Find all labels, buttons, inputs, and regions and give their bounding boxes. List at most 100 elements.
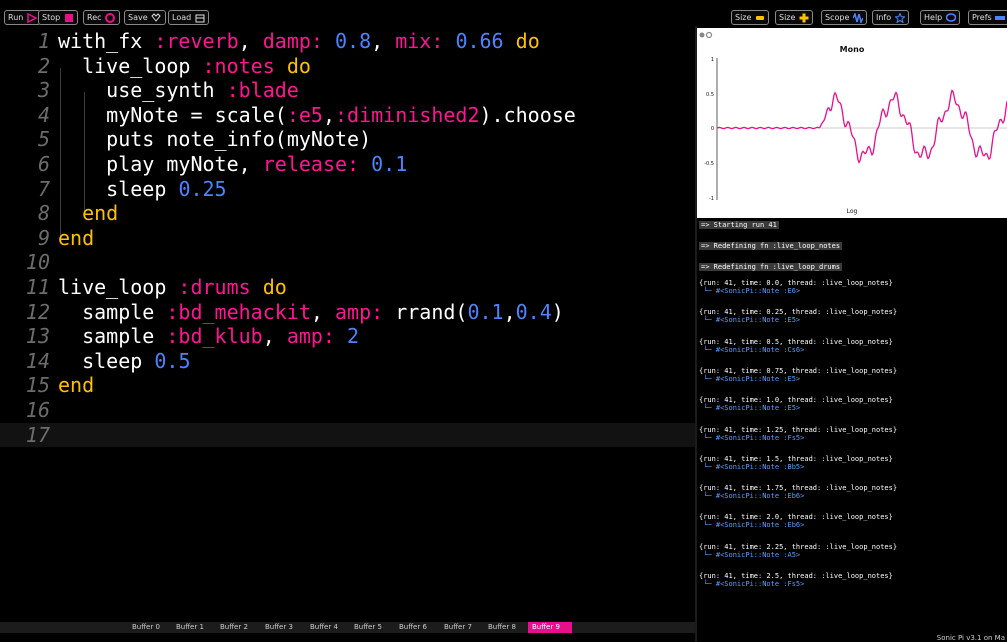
code-line[interactable]: 5 puts note_info(myNote): [0, 127, 695, 152]
help-label: Help: [924, 13, 943, 22]
log-note-entry: └─ #<SonicPi::Note :E5>: [699, 404, 801, 413]
prefs-icon: [994, 13, 1005, 23]
tab-buffer-8[interactable]: Buffer 8: [484, 622, 520, 633]
log-note-entry: └─ #<SonicPi::Note :Eb6>: [699, 521, 805, 530]
minus-icon: [754, 13, 765, 23]
line-code: use_synth :blade: [106, 78, 299, 103]
log-run-entry: {run: 41, time: 1.25, thread: :live_loop…: [699, 425, 898, 434]
tab-buffer-2[interactable]: Buffer 2: [216, 622, 252, 633]
line-code: myNote = scale(:e5,:diminished2).choose: [106, 102, 576, 127]
save-button[interactable]: Save: [124, 10, 166, 25]
log-note-entry: └─ #<SonicPi::Note :E5>: [699, 316, 801, 325]
scope-waveform: [716, 89, 1007, 164]
code-line[interactable]: 11 live_loop :drums do: [0, 275, 695, 300]
log-header: => Starting run 41: [699, 221, 779, 229]
code-line[interactable]: 9 end: [0, 226, 695, 251]
stop-icon: [63, 13, 74, 23]
line-number: 12: [25, 299, 50, 324]
code-line[interactable]: 13 sample :bd_klub, amp: 2: [0, 324, 695, 349]
scope-icon: [852, 12, 863, 23]
tab-buffer-3[interactable]: Buffer 3: [261, 622, 297, 633]
tab-buffer-7[interactable]: Buffer 7: [440, 622, 476, 633]
log-panel[interactable]: => Starting run 41 => Redefining fn :live…: [697, 218, 1007, 633]
code-line[interactable]: 6 play myNote, release: 0.1: [0, 152, 695, 177]
line-code: play myNote, release: 0.1: [106, 152, 408, 176]
scope-label: Scope: [825, 13, 850, 22]
scope-ytick: -0.5: [704, 161, 714, 167]
code-line[interactable]: 10: [0, 250, 695, 275]
code-line[interactable]: 15 end: [0, 373, 695, 398]
code-line[interactable]: 1 with_fx :reverb, damp: 0.8, mix: 0.66 d…: [0, 29, 695, 54]
load-icon: [194, 13, 205, 23]
status-bar: Sonic Pi v3.1 on Ma: [0, 633, 1007, 642]
info-button[interactable]: Info: [872, 10, 910, 25]
scope-settings-icon[interactable]: [705, 31, 713, 39]
line-number: 3: [37, 78, 50, 103]
size-up-label: Size: [779, 13, 796, 22]
log-run-entry: {run: 41, time: 2.25, thread: :live_loop…: [699, 542, 898, 551]
code-line[interactable]: 2 live_loop :notes do: [0, 54, 695, 79]
line-number: 7: [37, 176, 50, 201]
log-note-entry: └─ #<SonicPi::Note :Cs6>: [699, 345, 805, 354]
line-number: 16: [25, 398, 50, 422]
code-line[interactable]: 16: [0, 398, 695, 423]
tab-buffer-9[interactable]: Buffer 9: [528, 622, 572, 633]
log-run-entry: {run: 41, time: 1.5, thread: :live_loop_…: [699, 454, 893, 463]
line-code: live_loop :notes do: [82, 53, 311, 78]
line-number: 14: [25, 348, 50, 373]
code-line[interactable]: 12 sample :bd_mehackit, amp: rrand(0.1,0…: [0, 300, 695, 325]
line-number: 11: [25, 275, 50, 299]
log-header: => Redefining fn :live_loop_drums: [699, 263, 843, 271]
log-note-entry: └─ #<SonicPi::Note :A5>: [699, 550, 801, 559]
line-code: sample :bd_mehackit, amp: rrand(0.1,0.4): [82, 299, 564, 324]
scope-panel: Mono 1 0.5 0 -0.5 -1 Log: [697, 28, 1007, 218]
scope-close-icon[interactable]: [699, 32, 705, 38]
run-button[interactable]: Run: [4, 10, 42, 25]
size-decrease-button[interactable]: Size: [731, 10, 770, 25]
log-header: => Redefining fn :live_loop_notes: [699, 242, 843, 250]
play-icon: [26, 12, 37, 23]
size-down-label: Size: [735, 13, 752, 22]
code-line[interactable]: 17: [0, 422, 695, 448]
rec-button[interactable]: Rec: [83, 10, 120, 25]
code-line[interactable]: 3 use_synth :blade: [0, 78, 695, 103]
tab-buffer-5[interactable]: Buffer 5: [350, 622, 386, 633]
log-run-entry: {run: 41, time: 1.0, thread: :live_loop_…: [699, 396, 893, 405]
log-run-entry: {run: 41, time: 2.5, thread: :live_loop_…: [699, 572, 893, 580]
line-number: 1: [37, 29, 50, 53]
stop-button[interactable]: Stop: [38, 10, 79, 25]
line-code: with_fx :reverb, damp: 0.8, mix: 0.66 do: [58, 29, 540, 53]
tab-buffer-0[interactable]: Buffer 0: [128, 622, 164, 633]
line-number: 8: [37, 201, 50, 226]
code-line[interactable]: 8 end: [0, 201, 695, 226]
load-button[interactable]: Load: [168, 10, 210, 25]
scope-ytick: 0.5: [706, 92, 714, 98]
load-label: Load: [172, 13, 192, 22]
size-increase-button[interactable]: Size: [775, 10, 814, 25]
scope-ytick: 0: [711, 126, 714, 132]
line-code: end: [58, 373, 95, 398]
prefs-label: Prefs: [972, 13, 992, 22]
log-run-entry: {run: 41, time: 0.0, thread: :live_loop_…: [699, 279, 893, 287]
line-number: 2: [37, 53, 50, 78]
line-number: 13: [25, 324, 50, 349]
record-icon: [105, 12, 116, 23]
tab-buffer-6[interactable]: Buffer 6: [395, 622, 431, 633]
line-number: 10: [25, 250, 50, 275]
run-label: Run: [8, 13, 24, 22]
line-code: sample :bd_klub, amp: 2: [82, 324, 360, 349]
prefs-button[interactable]: Prefs: [968, 10, 1007, 25]
tab-buffer-4[interactable]: Buffer 4: [306, 622, 342, 633]
code-line[interactable]: 4 myNote = scale(:e5,:diminished2).choos…: [0, 103, 695, 128]
scope-plot: Mono 1 0.5 0 -0.5 -1 Log: [699, 31, 1007, 215]
scope-button[interactable]: Scope: [821, 10, 868, 25]
tab-buffer-1[interactable]: Buffer 1: [172, 622, 208, 633]
plus-icon: [798, 13, 809, 23]
code-editor[interactable]: 1 with_fx :reverb, damp: 0.8, mix: 0.66 d…: [0, 26, 695, 642]
line-number: 4: [37, 102, 50, 127]
line-code: end: [82, 201, 119, 226]
help-button[interactable]: Help: [920, 10, 961, 25]
code-line[interactable]: 7 sleep 0.25: [0, 177, 695, 202]
code-line[interactable]: 14 sleep 0.5: [0, 349, 695, 374]
log-note-entry: └─ #<SonicPi::Note :Eb6>: [699, 492, 805, 501]
